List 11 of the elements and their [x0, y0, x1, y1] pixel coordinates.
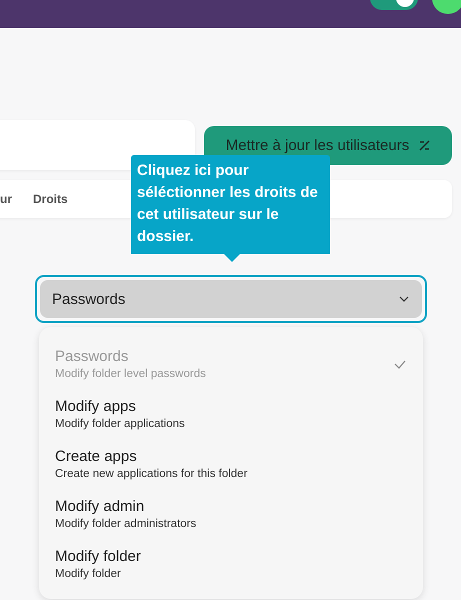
chevron-down-icon — [399, 296, 409, 302]
dropdown-option[interactable]: Create apps Create new applications for this folder — [39, 439, 423, 489]
check-icon — [394, 360, 406, 368]
column-header: Droits — [33, 192, 68, 206]
column-header: ur — [0, 192, 12, 206]
sync-icon — [419, 140, 430, 151]
tooltip: Cliquez ici pour séléctionner les droits de cet utilisateur sur le dossier. — [131, 155, 330, 262]
dropdown-option[interactable]: Modify apps Modify folder applications — [39, 389, 423, 439]
permission-select[interactable]: Passwords — [35, 275, 427, 323]
dropdown-option[interactable]: Modify admin Modify folder administrators — [39, 489, 423, 539]
dropdown-option[interactable]: Modify folder Modify folder — [39, 539, 423, 589]
